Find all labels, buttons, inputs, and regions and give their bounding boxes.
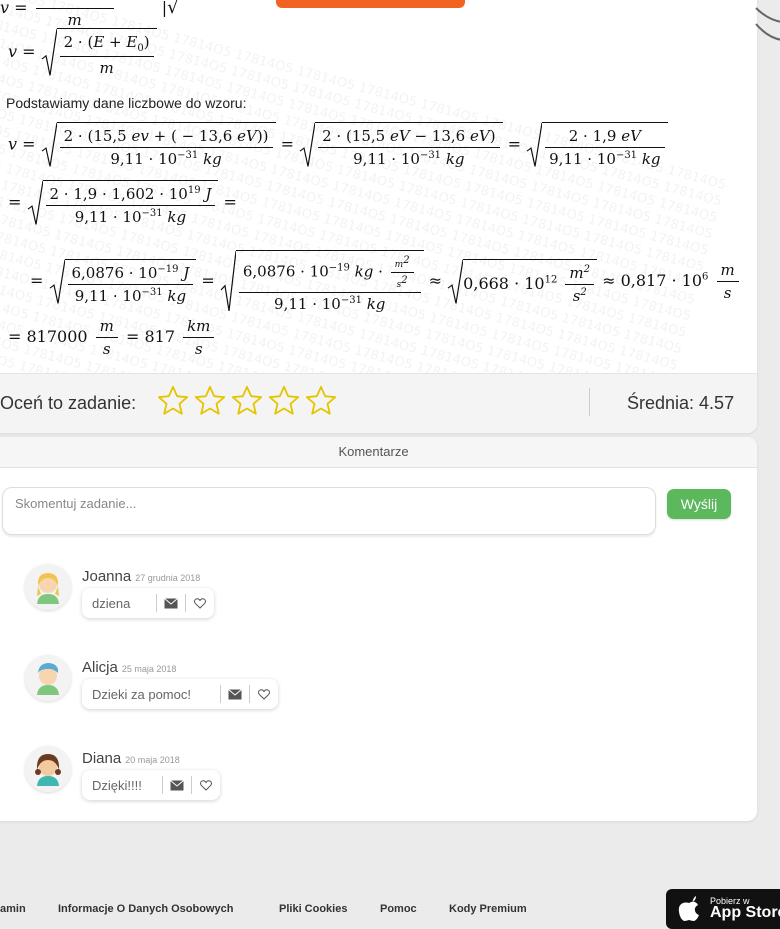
comment-text: dziena (92, 595, 131, 611)
comment-bubble: dziena (82, 588, 214, 618)
comment-date: 25 maja 2018 (121, 664, 177, 674)
comment-text: Dzięki!!!! (92, 777, 142, 793)
comments-section: Komentarze Skomentuj zadanie... Wyślij J… (0, 437, 757, 821)
substitution-intro: Podstawiamy dane liczbowe do wzoru: (6, 95, 247, 111)
menu-curve-icon[interactable] (752, 0, 780, 45)
appstore-big-text: App Store (710, 904, 780, 921)
envelope-icon[interactable] (157, 588, 185, 618)
comment-header: Joanna 27 grudnia 2018 (82, 568, 200, 585)
comments-header: Komentarze (0, 437, 757, 468)
rating-label: Oceń to zadanie: (0, 393, 137, 413)
equation-substitution-1: v = 2 · (15,5 ev + ( − 13,6 eV)) 9,11 · 1… (8, 122, 668, 168)
avatar (25, 746, 71, 792)
equation-velocity-formula: v = 2 · (E + E0) m (8, 28, 157, 77)
comment-date: 20 maja 2018 (125, 755, 180, 765)
star-icon[interactable] (267, 384, 301, 418)
envelope-icon[interactable] (221, 679, 249, 709)
rating-bar: Oceń to zadanie: Średnia: 4.57 (0, 373, 757, 433)
star-icon[interactable] (193, 384, 227, 418)
footer-link-cookies[interactable]: Pliki Cookies (279, 903, 347, 915)
solution-card: 17814O5 17814O5 17814O5 17814O5 17814O5 … (0, 0, 757, 433)
equation-partial-top: v = ​m |√ (0, 0, 179, 29)
comment-date: 27 grudnia 2018 (135, 573, 201, 583)
footer-link-privacy[interactable]: Informacje O Danych Osobowych (58, 903, 233, 915)
comment-bubble: Dzięki!!!! (82, 770, 220, 800)
footer-link-admin[interactable]: amin (0, 903, 26, 915)
equation-substitution-2: = 2 · 1,9 · 1,602 · 1019 J 9,11 · 10−31 k… (8, 180, 237, 226)
footer: amin Informacje O Danych Osobowych Pliki… (0, 900, 780, 915)
heart-icon[interactable] (250, 679, 278, 709)
star-icon[interactable] (156, 384, 190, 418)
equation-result: = 817000 ms = 817 km s (8, 317, 217, 358)
envelope-icon[interactable] (163, 770, 191, 800)
footer-link-help[interactable]: Pomoc (380, 903, 417, 915)
comment-bubble: Dzieki za pomoc! (82, 679, 278, 709)
comment-author: Joanna (82, 568, 132, 585)
rating-divider (589, 388, 590, 416)
equation-substitution-3: = 6,0876 · 10−19 J 9,11 · 10−31 kg = 6,08… (30, 250, 742, 313)
comment-author: Alicja (82, 659, 118, 676)
apple-icon (678, 896, 699, 921)
average-rating: Średnia: 4.57 (627, 393, 735, 413)
comment-author: Diana (82, 750, 122, 767)
comment-header: Alicja 25 maja 2018 (82, 659, 176, 676)
avatar (25, 655, 71, 701)
orange-action-bar[interactable] (276, 0, 465, 8)
star-rating[interactable] (156, 384, 338, 418)
comment-input[interactable]: Skomentuj zadanie... (2, 487, 656, 535)
footer-link-premium[interactable]: Kody Premium (449, 903, 527, 915)
star-icon[interactable] (304, 384, 338, 418)
avatar (25, 564, 71, 610)
comment-text: Dzieki za pomoc! (92, 686, 191, 702)
heart-icon[interactable] (186, 588, 214, 618)
comment-header: Diana 20 maja 2018 (82, 750, 180, 767)
star-icon[interactable] (230, 384, 264, 418)
app-store-badge[interactable]: Pobierz w App Store (666, 889, 780, 929)
send-comment-button[interactable]: Wyślij (667, 489, 731, 519)
heart-icon[interactable] (192, 770, 220, 800)
